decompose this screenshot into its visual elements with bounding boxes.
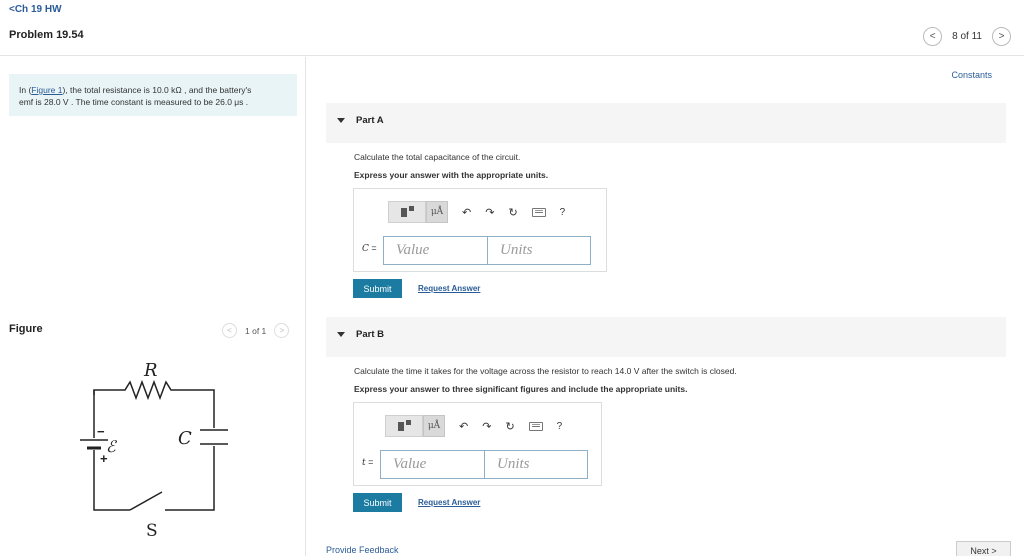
part-a-value-input[interactable]: Value xyxy=(383,236,488,265)
part-b-submit-button[interactable]: Submit xyxy=(353,493,402,512)
part-a-math-toolbar: μÅ ↶ ↷ ↻ ? xyxy=(388,201,565,223)
back-to-chapter-link[interactable]: <Ch 19 HW xyxy=(9,4,62,15)
part-a-variable-name: C xyxy=(362,244,369,254)
problem-title: Problem 19.54 xyxy=(9,29,84,41)
intro-line-2: emf is 28.0 V . The time constant is mea… xyxy=(19,97,249,107)
redo-icon[interactable]: ↷ xyxy=(482,420,491,433)
collapse-triangle-icon xyxy=(337,332,345,337)
right-pane: Constants Part A Calculate the total cap… xyxy=(307,57,1024,556)
previous-problem-button[interactable]: < xyxy=(923,27,943,46)
templates-button[interactable] xyxy=(385,415,423,437)
part-b-units-input[interactable]: Units xyxy=(484,450,588,479)
chevron-left-icon: < xyxy=(227,326,232,335)
top-bar: <Ch 19 HW Problem 19.54 < 8 of 11 > xyxy=(0,0,1024,56)
figure-pager-text: 1 of 1 xyxy=(245,325,267,336)
problem-pager-text: 8 of 11 xyxy=(952,31,982,42)
provide-feedback-link[interactable]: Provide Feedback xyxy=(326,545,399,555)
battery-minus-sign: − xyxy=(97,424,105,439)
right-wire-bottom xyxy=(165,446,215,511)
part-a-submit-button[interactable]: Submit xyxy=(353,279,402,298)
template-exponent-icon xyxy=(405,420,411,425)
resistor-label: R xyxy=(143,360,158,381)
next-problem-button[interactable]: > xyxy=(992,27,1011,46)
part-a-equals: = xyxy=(368,243,377,253)
figure-next-button[interactable]: > xyxy=(274,323,290,338)
part-b-math-toolbar: μÅ ↶ ↷ ↻ ? xyxy=(385,415,562,437)
switch-label: S xyxy=(146,521,158,540)
template-square-icon xyxy=(400,207,407,217)
template-square-icon xyxy=(397,421,404,431)
keyboard-icon[interactable] xyxy=(531,207,546,217)
figure-heading: Figure xyxy=(9,323,43,335)
collapse-triangle-icon xyxy=(337,118,345,123)
keyboard-icon[interactable] xyxy=(528,421,543,431)
intro-line-1-rest: ), the total resistance is 10.0 kΩ , and… xyxy=(62,85,252,95)
units-symbol-button[interactable]: μÅ xyxy=(426,201,448,223)
left-pane: In (Figure 1), the total resistance is 1… xyxy=(0,57,306,556)
part-a-variable: C = xyxy=(362,243,377,254)
next-button[interactable]: Next > xyxy=(956,541,1011,556)
battery-plus-sign: + xyxy=(100,451,108,466)
figure-pager: < 1 of 1 > xyxy=(222,323,290,338)
undo-icon[interactable]: ↶ xyxy=(462,206,471,219)
part-b-equals: = xyxy=(365,457,374,467)
part-b-instruction: Express your answer to three significant… xyxy=(354,384,688,394)
figure-link[interactable]: Figure 1 xyxy=(31,85,62,95)
emf-label: ℰ xyxy=(106,437,118,456)
part-b-request-answer-link[interactable]: Request Answer xyxy=(418,498,480,507)
rc-circuit-figure: R ℰ C S − + xyxy=(80,360,228,540)
chevron-right-icon: > xyxy=(279,326,285,335)
help-icon[interactable]: ? xyxy=(560,207,566,218)
chevron-left-icon: < xyxy=(929,31,936,42)
undo-icon[interactable]: ↶ xyxy=(459,420,468,433)
part-a-answer-box: μÅ ↶ ↷ ↻ ? C = Value Units xyxy=(353,188,607,272)
capacitor-label: C xyxy=(178,428,192,449)
part-a-request-answer-link[interactable]: Request Answer xyxy=(418,284,480,293)
problem-pager: < 8 of 11 > xyxy=(923,27,1011,46)
part-a-header[interactable]: Part A xyxy=(326,103,1006,143)
switch-blade xyxy=(129,491,163,511)
resistor-wire xyxy=(93,379,215,428)
problem-intro: In (Figure 1), the total resistance is 1… xyxy=(9,74,297,116)
part-b-question: Calculate the time it takes for the volt… xyxy=(354,366,737,376)
redo-icon[interactable]: ↷ xyxy=(485,206,494,219)
part-a-title: Part A xyxy=(356,115,384,126)
intro-line-1: In (Figure 1), the total resistance is 1… xyxy=(19,84,287,96)
help-icon[interactable]: ? xyxy=(557,421,563,432)
constants-link[interactable]: Constants xyxy=(951,70,992,80)
templates-button[interactable] xyxy=(388,201,426,223)
part-b-value-input[interactable]: Value xyxy=(380,450,485,479)
part-a-units-input[interactable]: Units xyxy=(487,236,591,265)
template-exponent-icon xyxy=(408,206,414,211)
part-b-title: Part B xyxy=(356,329,384,340)
reset-icon[interactable]: ↻ xyxy=(505,420,514,433)
part-b-variable: t = xyxy=(362,457,373,468)
part-a-instruction: Express your answer with the appropriate… xyxy=(354,170,549,180)
intro-prefix: In ( xyxy=(19,85,32,95)
part-b-answer-box: μÅ ↶ ↷ ↻ ? t = Value Units xyxy=(353,402,602,486)
part-b-header[interactable]: Part B xyxy=(326,317,1006,357)
reset-icon[interactable]: ↻ xyxy=(508,206,517,219)
units-symbol-button[interactable]: μÅ xyxy=(423,415,445,437)
part-a-question: Calculate the total capacitance of the c… xyxy=(354,152,521,162)
chevron-right-icon: > xyxy=(998,31,1005,42)
figure-prev-button[interactable]: < xyxy=(222,323,237,338)
